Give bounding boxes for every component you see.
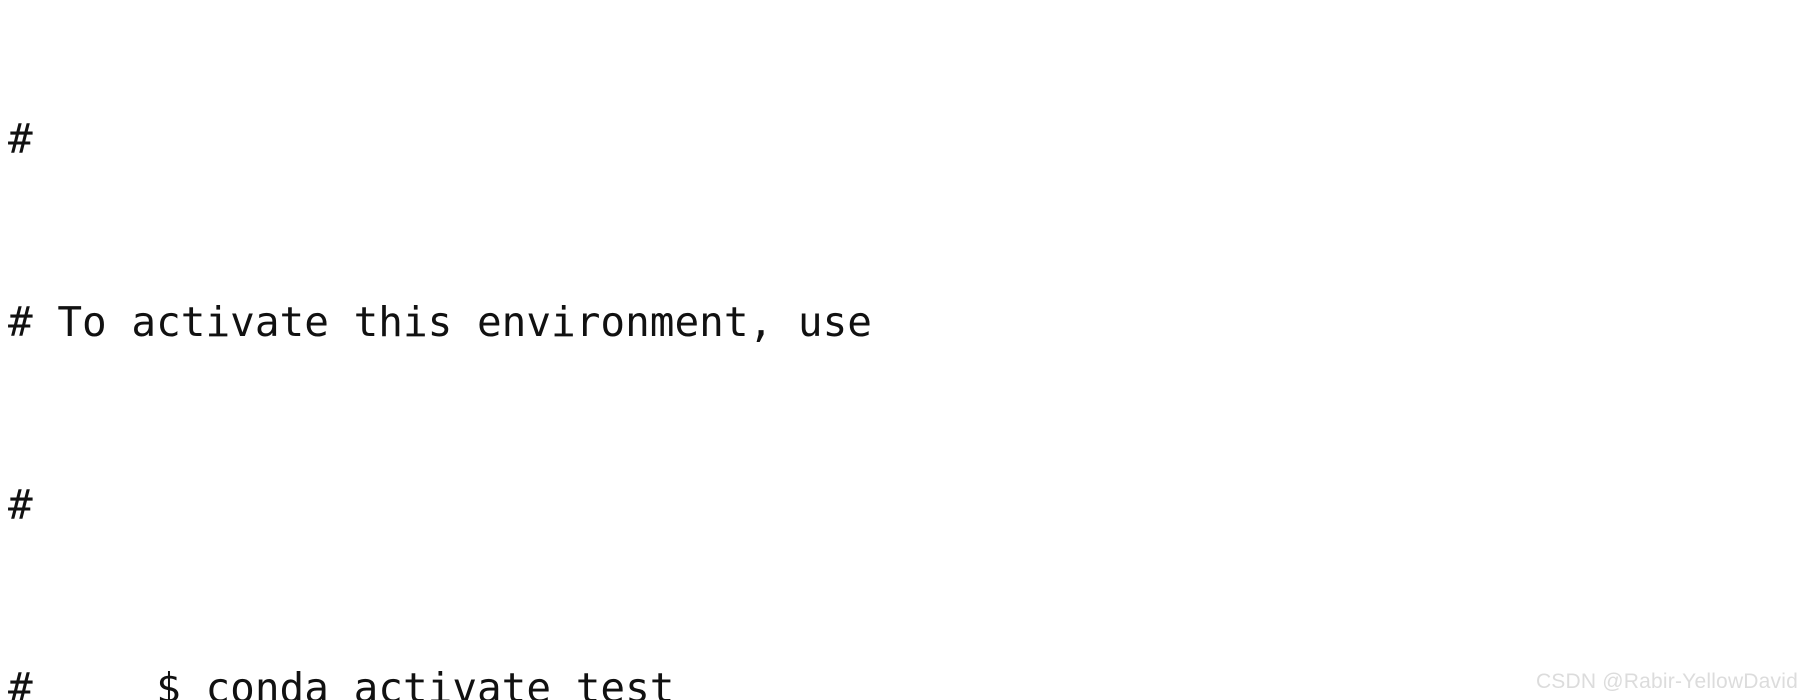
terminal-line: # [8,115,33,163]
terminal-line: # To activate this environment, use [8,298,872,346]
csdn-watermark: CSDN @Rabir-YellowDavid [1535,670,1798,693]
terminal-window: # # To activate this environment, use # … [0,0,1812,700]
terminal-output-area[interactable]: # # To activate this environment, use # … [0,0,1812,700]
terminal-line: # [8,481,33,529]
